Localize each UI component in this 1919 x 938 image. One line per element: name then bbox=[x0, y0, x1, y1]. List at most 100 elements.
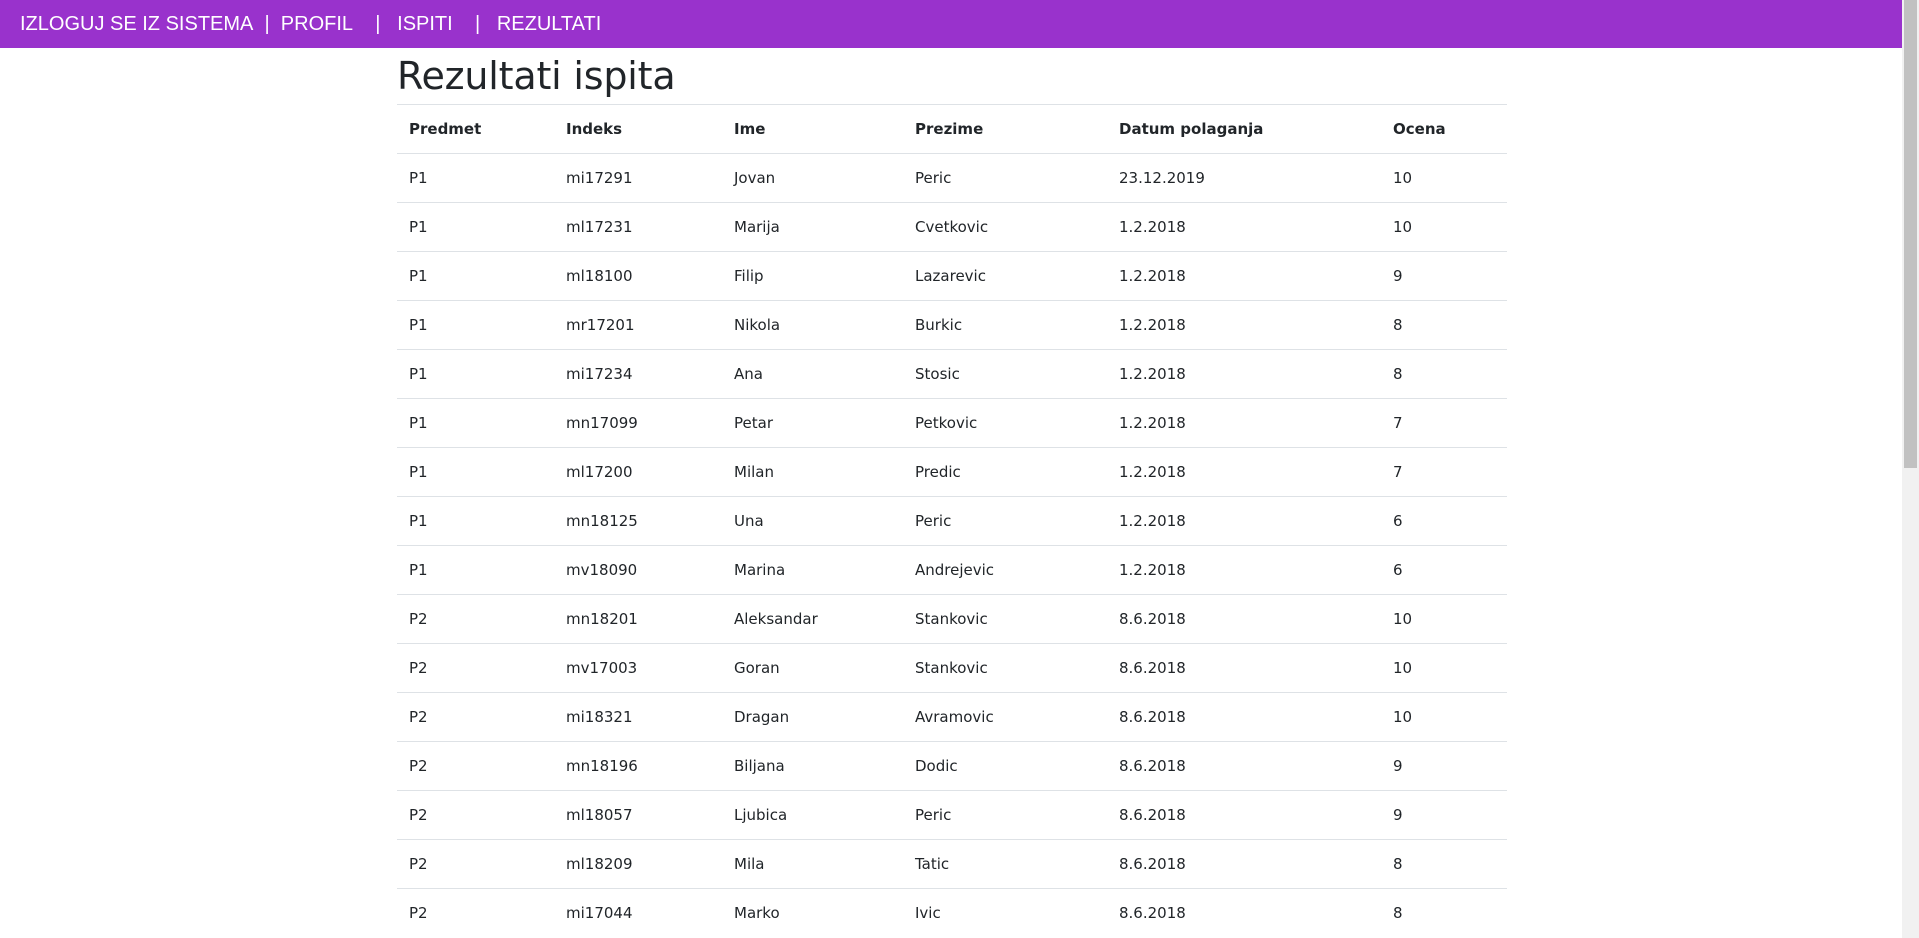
cell-last-name: Burkic bbox=[903, 300, 1107, 350]
nav-logout-link[interactable]: IZLOGUJ SE IZ SISTEMA bbox=[20, 13, 253, 36]
table-row: P2 ml18209 Mila Tatic 8.6.2018 8 bbox=[397, 839, 1507, 889]
table-row: P2 mi17044 Marko Ivic 8.6.2018 8 bbox=[397, 888, 1507, 937]
cell-last-name: Peric bbox=[903, 496, 1107, 546]
cell-first-name: Ljubica bbox=[722, 790, 903, 840]
table-row: P1 ml17200 Milan Predic 1.2.2018 7 bbox=[397, 447, 1507, 497]
cell-first-name: Aleksandar bbox=[722, 594, 903, 644]
cell-index: mr17201 bbox=[554, 300, 722, 350]
nav-separator: | bbox=[253, 12, 281, 35]
cell-index: ml17231 bbox=[554, 202, 722, 252]
cell-exam-date: 8.6.2018 bbox=[1107, 741, 1381, 791]
cell-exam-date: 1.2.2018 bbox=[1107, 496, 1381, 546]
nav-separator: | bbox=[452, 12, 497, 35]
table-row: P1 ml17231 Marija Cvetkovic 1.2.2018 10 bbox=[397, 202, 1507, 252]
cell-grade: 7 bbox=[1381, 398, 1507, 448]
cell-grade: 7 bbox=[1381, 447, 1507, 497]
cell-index: ml17200 bbox=[554, 447, 722, 497]
cell-subject: P2 bbox=[397, 692, 554, 742]
vertical-scrollbar-thumb[interactable] bbox=[1904, 0, 1917, 468]
cell-grade: 9 bbox=[1381, 741, 1507, 791]
cell-subject: P1 bbox=[397, 349, 554, 399]
cell-subject: P2 bbox=[397, 643, 554, 693]
cell-index: ml18100 bbox=[554, 251, 722, 301]
column-header-index: Indeks bbox=[554, 104, 722, 154]
cell-grade: 9 bbox=[1381, 790, 1507, 840]
cell-last-name: Peric bbox=[903, 790, 1107, 840]
page-title: Rezultati ispita bbox=[397, 54, 676, 98]
cell-last-name: Stankovic bbox=[903, 594, 1107, 644]
cell-exam-date: 23.12.2019 bbox=[1107, 153, 1381, 203]
table-row: P2 mn18196 Biljana Dodic 8.6.2018 9 bbox=[397, 741, 1507, 791]
results-table: Predmet Indeks Ime Prezime Datum polagan… bbox=[397, 104, 1507, 937]
cell-first-name: Nikola bbox=[722, 300, 903, 350]
table-row: P1 mn18125 Una Peric 1.2.2018 6 bbox=[397, 496, 1507, 546]
cell-grade: 10 bbox=[1381, 643, 1507, 693]
cell-index: mn18196 bbox=[554, 741, 722, 791]
main-content: Rezultati ispita Predmet Indeks Ime Prez… bbox=[397, 48, 1507, 937]
cell-first-name: Marko bbox=[722, 888, 903, 937]
cell-subject: P1 bbox=[397, 496, 554, 546]
cell-exam-date: 1.2.2018 bbox=[1107, 545, 1381, 595]
cell-first-name: Petar bbox=[722, 398, 903, 448]
nav-results-link[interactable]: REZULTATI bbox=[497, 13, 601, 36]
cell-grade: 10 bbox=[1381, 202, 1507, 252]
cell-subject: P1 bbox=[397, 300, 554, 350]
cell-last-name: Predic bbox=[903, 447, 1107, 497]
cell-subject: P2 bbox=[397, 888, 554, 937]
cell-last-name: Peric bbox=[903, 153, 1107, 203]
cell-index: mv17003 bbox=[554, 643, 722, 693]
cell-first-name: Una bbox=[722, 496, 903, 546]
cell-last-name: Ivic bbox=[903, 888, 1107, 937]
cell-last-name: Avramovic bbox=[903, 692, 1107, 742]
cell-grade: 6 bbox=[1381, 496, 1507, 546]
cell-index: mn17099 bbox=[554, 398, 722, 448]
cell-exam-date: 8.6.2018 bbox=[1107, 790, 1381, 840]
cell-exam-date: 1.2.2018 bbox=[1107, 251, 1381, 301]
cell-exam-date: 1.2.2018 bbox=[1107, 202, 1381, 252]
cell-exam-date: 8.6.2018 bbox=[1107, 888, 1381, 937]
cell-last-name: Stosic bbox=[903, 349, 1107, 399]
cell-grade: 8 bbox=[1381, 888, 1507, 937]
cell-first-name: Filip bbox=[722, 251, 903, 301]
table-header-row: Predmet Indeks Ime Prezime Datum polagan… bbox=[397, 104, 1507, 154]
cell-first-name: Jovan bbox=[722, 153, 903, 203]
cell-subject: P1 bbox=[397, 251, 554, 301]
cell-index: mi17291 bbox=[554, 153, 722, 203]
cell-exam-date: 8.6.2018 bbox=[1107, 643, 1381, 693]
cell-grade: 8 bbox=[1381, 349, 1507, 399]
cell-exam-date: 1.2.2018 bbox=[1107, 398, 1381, 448]
cell-exam-date: 1.2.2018 bbox=[1107, 349, 1381, 399]
cell-exam-date: 8.6.2018 bbox=[1107, 839, 1381, 889]
table-row: P2 mi18321 Dragan Avramovic 8.6.2018 10 bbox=[397, 692, 1507, 742]
cell-exam-date: 8.6.2018 bbox=[1107, 594, 1381, 644]
cell-subject: P1 bbox=[397, 398, 554, 448]
table-row: P2 ml18057 Ljubica Peric 8.6.2018 9 bbox=[397, 790, 1507, 840]
nav-exams-link[interactable]: ISPITI bbox=[397, 13, 453, 36]
cell-first-name: Biljana bbox=[722, 741, 903, 791]
column-header-first-name: Ime bbox=[722, 104, 903, 154]
cell-first-name: Mila bbox=[722, 839, 903, 889]
nav-profile-link[interactable]: PROFIL bbox=[281, 13, 353, 36]
top-navbar: IZLOGUJ SE IZ SISTEMA | PROFIL | ISPITI … bbox=[0, 0, 1902, 48]
table-row: P1 mn17099 Petar Petkovic 1.2.2018 7 bbox=[397, 398, 1507, 448]
cell-index: mi18321 bbox=[554, 692, 722, 742]
cell-exam-date: 8.6.2018 bbox=[1107, 692, 1381, 742]
cell-last-name: Cvetkovic bbox=[903, 202, 1107, 252]
cell-subject: P1 bbox=[397, 153, 554, 203]
table-row: P1 mi17234 Ana Stosic 1.2.2018 8 bbox=[397, 349, 1507, 399]
column-header-grade: Ocena bbox=[1381, 104, 1507, 154]
cell-grade: 8 bbox=[1381, 839, 1507, 889]
cell-grade: 6 bbox=[1381, 545, 1507, 595]
cell-first-name: Ana bbox=[722, 349, 903, 399]
cell-subject: P1 bbox=[397, 202, 554, 252]
cell-last-name: Lazarevic bbox=[903, 251, 1107, 301]
cell-grade: 9 bbox=[1381, 251, 1507, 301]
cell-exam-date: 1.2.2018 bbox=[1107, 300, 1381, 350]
cell-last-name: Petkovic bbox=[903, 398, 1107, 448]
cell-first-name: Milan bbox=[722, 447, 903, 497]
table-row: P1 mv18090 Marina Andrejevic 1.2.2018 6 bbox=[397, 545, 1507, 595]
cell-index: mn18201 bbox=[554, 594, 722, 644]
cell-subject: P1 bbox=[397, 447, 554, 497]
cell-subject: P2 bbox=[397, 790, 554, 840]
column-header-last-name: Prezime bbox=[903, 104, 1107, 154]
